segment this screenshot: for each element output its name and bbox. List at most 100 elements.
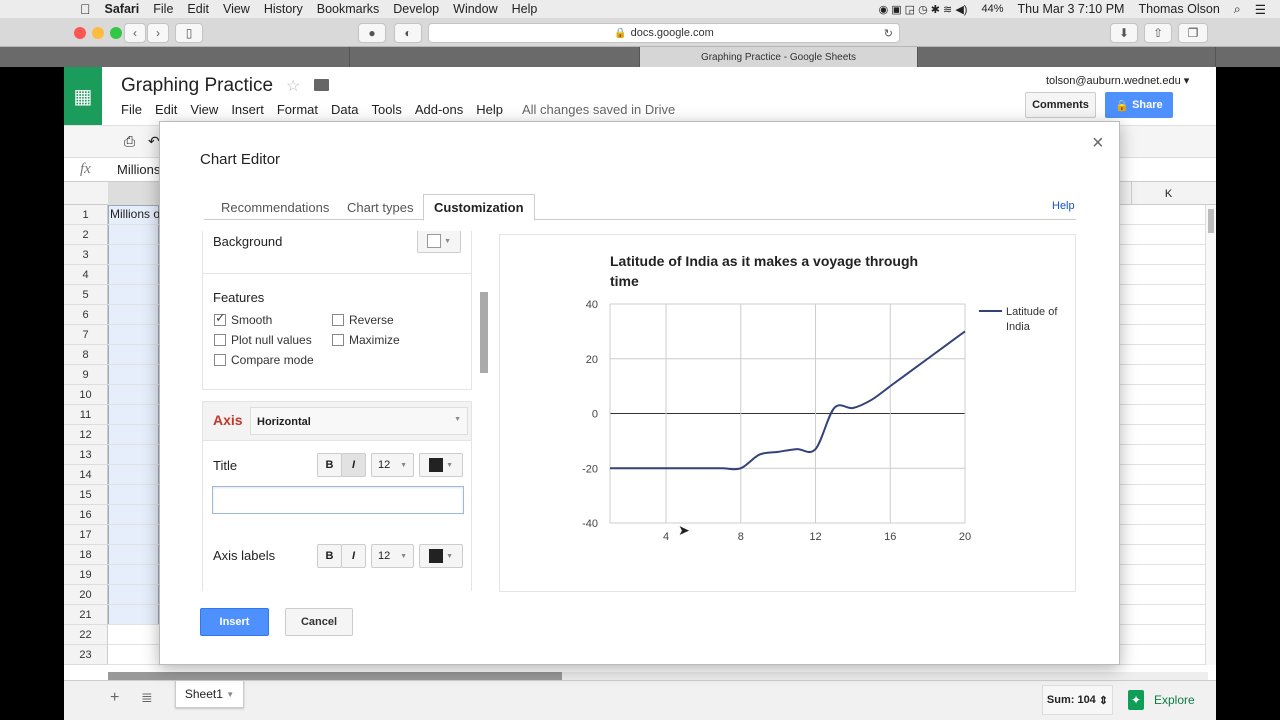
back-button[interactable]: ‹ bbox=[124, 23, 146, 43]
bold-button[interactable]: B bbox=[317, 544, 342, 568]
menu-insert[interactable]: Insert bbox=[231, 102, 264, 117]
menu-data[interactable]: Data bbox=[331, 102, 358, 117]
vertical-scrollbar[interactable] bbox=[1205, 205, 1216, 665]
reverse-checkbox[interactable]: Reverse bbox=[332, 313, 394, 327]
compare-mode-checkbox[interactable]: Compare mode bbox=[214, 353, 314, 367]
row-number[interactable]: 21 bbox=[64, 605, 108, 625]
plot-null-values-checkbox[interactable]: Plot null values bbox=[214, 333, 312, 347]
row-number[interactable]: 23 bbox=[64, 645, 108, 665]
row-number[interactable]: 14 bbox=[64, 465, 108, 485]
star-icon[interactable]: ☆ bbox=[286, 76, 300, 96]
menu-develop[interactable]: Develop bbox=[393, 2, 439, 16]
folder-icon[interactable] bbox=[314, 79, 329, 91]
minimize-window-button[interactable] bbox=[92, 27, 104, 39]
row-number[interactable]: 22 bbox=[64, 625, 108, 645]
column-header-k[interactable]: K bbox=[1131, 182, 1205, 205]
text-color-picker[interactable]: ▼ bbox=[419, 453, 463, 477]
app-menu[interactable]: Safari bbox=[105, 2, 140, 16]
wifi-icon[interactable]: ◉ ▣ ◲ ◷ ✱ ≋ ◀) bbox=[879, 3, 968, 16]
battery-status[interactable]: 44% bbox=[981, 3, 1003, 15]
undo-icon[interactable]: ↶ bbox=[148, 133, 160, 150]
share-icon[interactable]: ⇧ bbox=[1144, 23, 1172, 43]
menu-format[interactable]: Format bbox=[277, 102, 318, 117]
row-number[interactable]: 12 bbox=[64, 425, 108, 445]
apple-icon[interactable]:  bbox=[80, 1, 91, 17]
address-bar[interactable]: 🔒 docs.google.com ↻ bbox=[428, 23, 900, 43]
row-number[interactable]: 8 bbox=[64, 345, 108, 365]
save-status[interactable]: All changes saved in Drive bbox=[522, 102, 675, 117]
row-number[interactable]: 1 bbox=[64, 205, 108, 225]
downloads-icon[interactable]: ⬇ bbox=[1110, 23, 1138, 43]
cell-a1[interactable]: Millions o bbox=[110, 207, 160, 221]
extension-icon[interactable]: ◐ bbox=[394, 23, 422, 43]
doc-title[interactable]: Graphing Practice bbox=[121, 75, 273, 97]
account-email[interactable]: tolson@auburn.wednet.edu ▾ bbox=[1046, 74, 1189, 87]
row-number[interactable]: 5 bbox=[64, 285, 108, 305]
menu-history[interactable]: History bbox=[264, 2, 303, 16]
horizontal-scrollbar[interactable] bbox=[108, 672, 1208, 680]
menu-bookmarks[interactable]: Bookmarks bbox=[317, 2, 380, 16]
add-sheet-icon[interactable]: + bbox=[110, 689, 119, 707]
panel-scrollbar[interactable] bbox=[480, 292, 488, 373]
tabs-overview-icon[interactable]: ❐ bbox=[1178, 23, 1208, 43]
sheet-tab-sheet1[interactable]: Sheet1 ▼ bbox=[175, 681, 244, 708]
chart-preview[interactable]: Latitude of India as it makes a voyage t… bbox=[499, 234, 1076, 592]
row-number[interactable]: 20 bbox=[64, 585, 108, 605]
browser-tab-active[interactable]: Graphing Practice - Google Sheets bbox=[640, 47, 918, 67]
menu-help[interactable]: Help bbox=[512, 2, 538, 16]
background-color-picker[interactable]: ▼ bbox=[417, 231, 461, 253]
row-number[interactable]: 13 bbox=[64, 445, 108, 465]
font-size-select[interactable]: 12 ▼ bbox=[371, 453, 414, 477]
row-number[interactable]: 9 bbox=[64, 365, 108, 385]
menu-view[interactable]: View bbox=[223, 2, 250, 16]
adblock-icon[interactable]: ● bbox=[358, 23, 386, 43]
menu-file[interactable]: File bbox=[121, 102, 142, 117]
axis-select[interactable]: Horizontal ▼ bbox=[250, 407, 468, 435]
help-link[interactable]: Help bbox=[1052, 200, 1075, 212]
reload-icon[interactable]: ↻ bbox=[884, 27, 893, 40]
cancel-button[interactable]: Cancel bbox=[285, 608, 353, 636]
menu-help[interactable]: Help bbox=[476, 102, 503, 117]
text-color-picker[interactable]: ▼ bbox=[419, 544, 463, 568]
print-icon[interactable]: ⎙ bbox=[124, 133, 135, 150]
menu-view[interactable]: View bbox=[190, 102, 218, 117]
tab-recommendations[interactable]: Recommendations bbox=[211, 194, 339, 220]
browser-tab[interactable] bbox=[918, 47, 1216, 67]
row-number[interactable]: 11 bbox=[64, 405, 108, 425]
row-number[interactable]: 6 bbox=[64, 305, 108, 325]
sum-indicator[interactable]: Sum: 104 ⇕ bbox=[1042, 685, 1113, 715]
user-name[interactable]: Thomas Olson bbox=[1138, 2, 1219, 16]
close-icon[interactable]: × bbox=[1092, 132, 1104, 155]
smooth-checkbox[interactable]: ✓ Smooth bbox=[214, 310, 272, 327]
menu-tools[interactable]: Tools bbox=[371, 102, 401, 117]
insert-button[interactable]: Insert bbox=[200, 608, 269, 636]
italic-button[interactable]: I bbox=[341, 453, 366, 477]
row-number[interactable]: 2 bbox=[64, 225, 108, 245]
menu-window[interactable]: Window bbox=[453, 2, 497, 16]
browser-tab[interactable] bbox=[350, 47, 640, 67]
axis-title-input[interactable] bbox=[212, 486, 464, 514]
comments-button[interactable]: Comments bbox=[1025, 92, 1096, 118]
row-number[interactable]: 17 bbox=[64, 525, 108, 545]
menu-edit[interactable]: Edit bbox=[187, 2, 209, 16]
sheets-logo-icon[interactable]: ▦ bbox=[64, 67, 102, 125]
row-number[interactable]: 7 bbox=[64, 325, 108, 345]
share-button[interactable]: 🔒 Share bbox=[1105, 92, 1173, 118]
row-number[interactable]: 18 bbox=[64, 545, 108, 565]
sidebar-icon[interactable]: ▯ bbox=[175, 23, 203, 43]
row-number[interactable]: 10 bbox=[64, 385, 108, 405]
browser-tab[interactable] bbox=[64, 47, 350, 67]
italic-button[interactable]: I bbox=[341, 544, 366, 568]
menu-edit[interactable]: Edit bbox=[155, 102, 177, 117]
tab-chart-types[interactable]: Chart types bbox=[337, 194, 423, 220]
row-number[interactable]: 15 bbox=[64, 485, 108, 505]
menu-file[interactable]: File bbox=[153, 2, 173, 16]
column-header-b[interactable] bbox=[108, 182, 159, 205]
row-number[interactable]: 4 bbox=[64, 265, 108, 285]
spotlight-icon[interactable]: ⌕ bbox=[1234, 2, 1241, 17]
maximize-checkbox[interactable]: Maximize bbox=[332, 333, 400, 347]
notification-icon[interactable]: ☰ bbox=[1255, 2, 1266, 17]
explore-button[interactable]: ✦ Explore bbox=[1128, 685, 1210, 715]
row-number[interactable]: 3 bbox=[64, 245, 108, 265]
clock[interactable]: Thu Mar 3 7:10 PM bbox=[1017, 2, 1124, 16]
